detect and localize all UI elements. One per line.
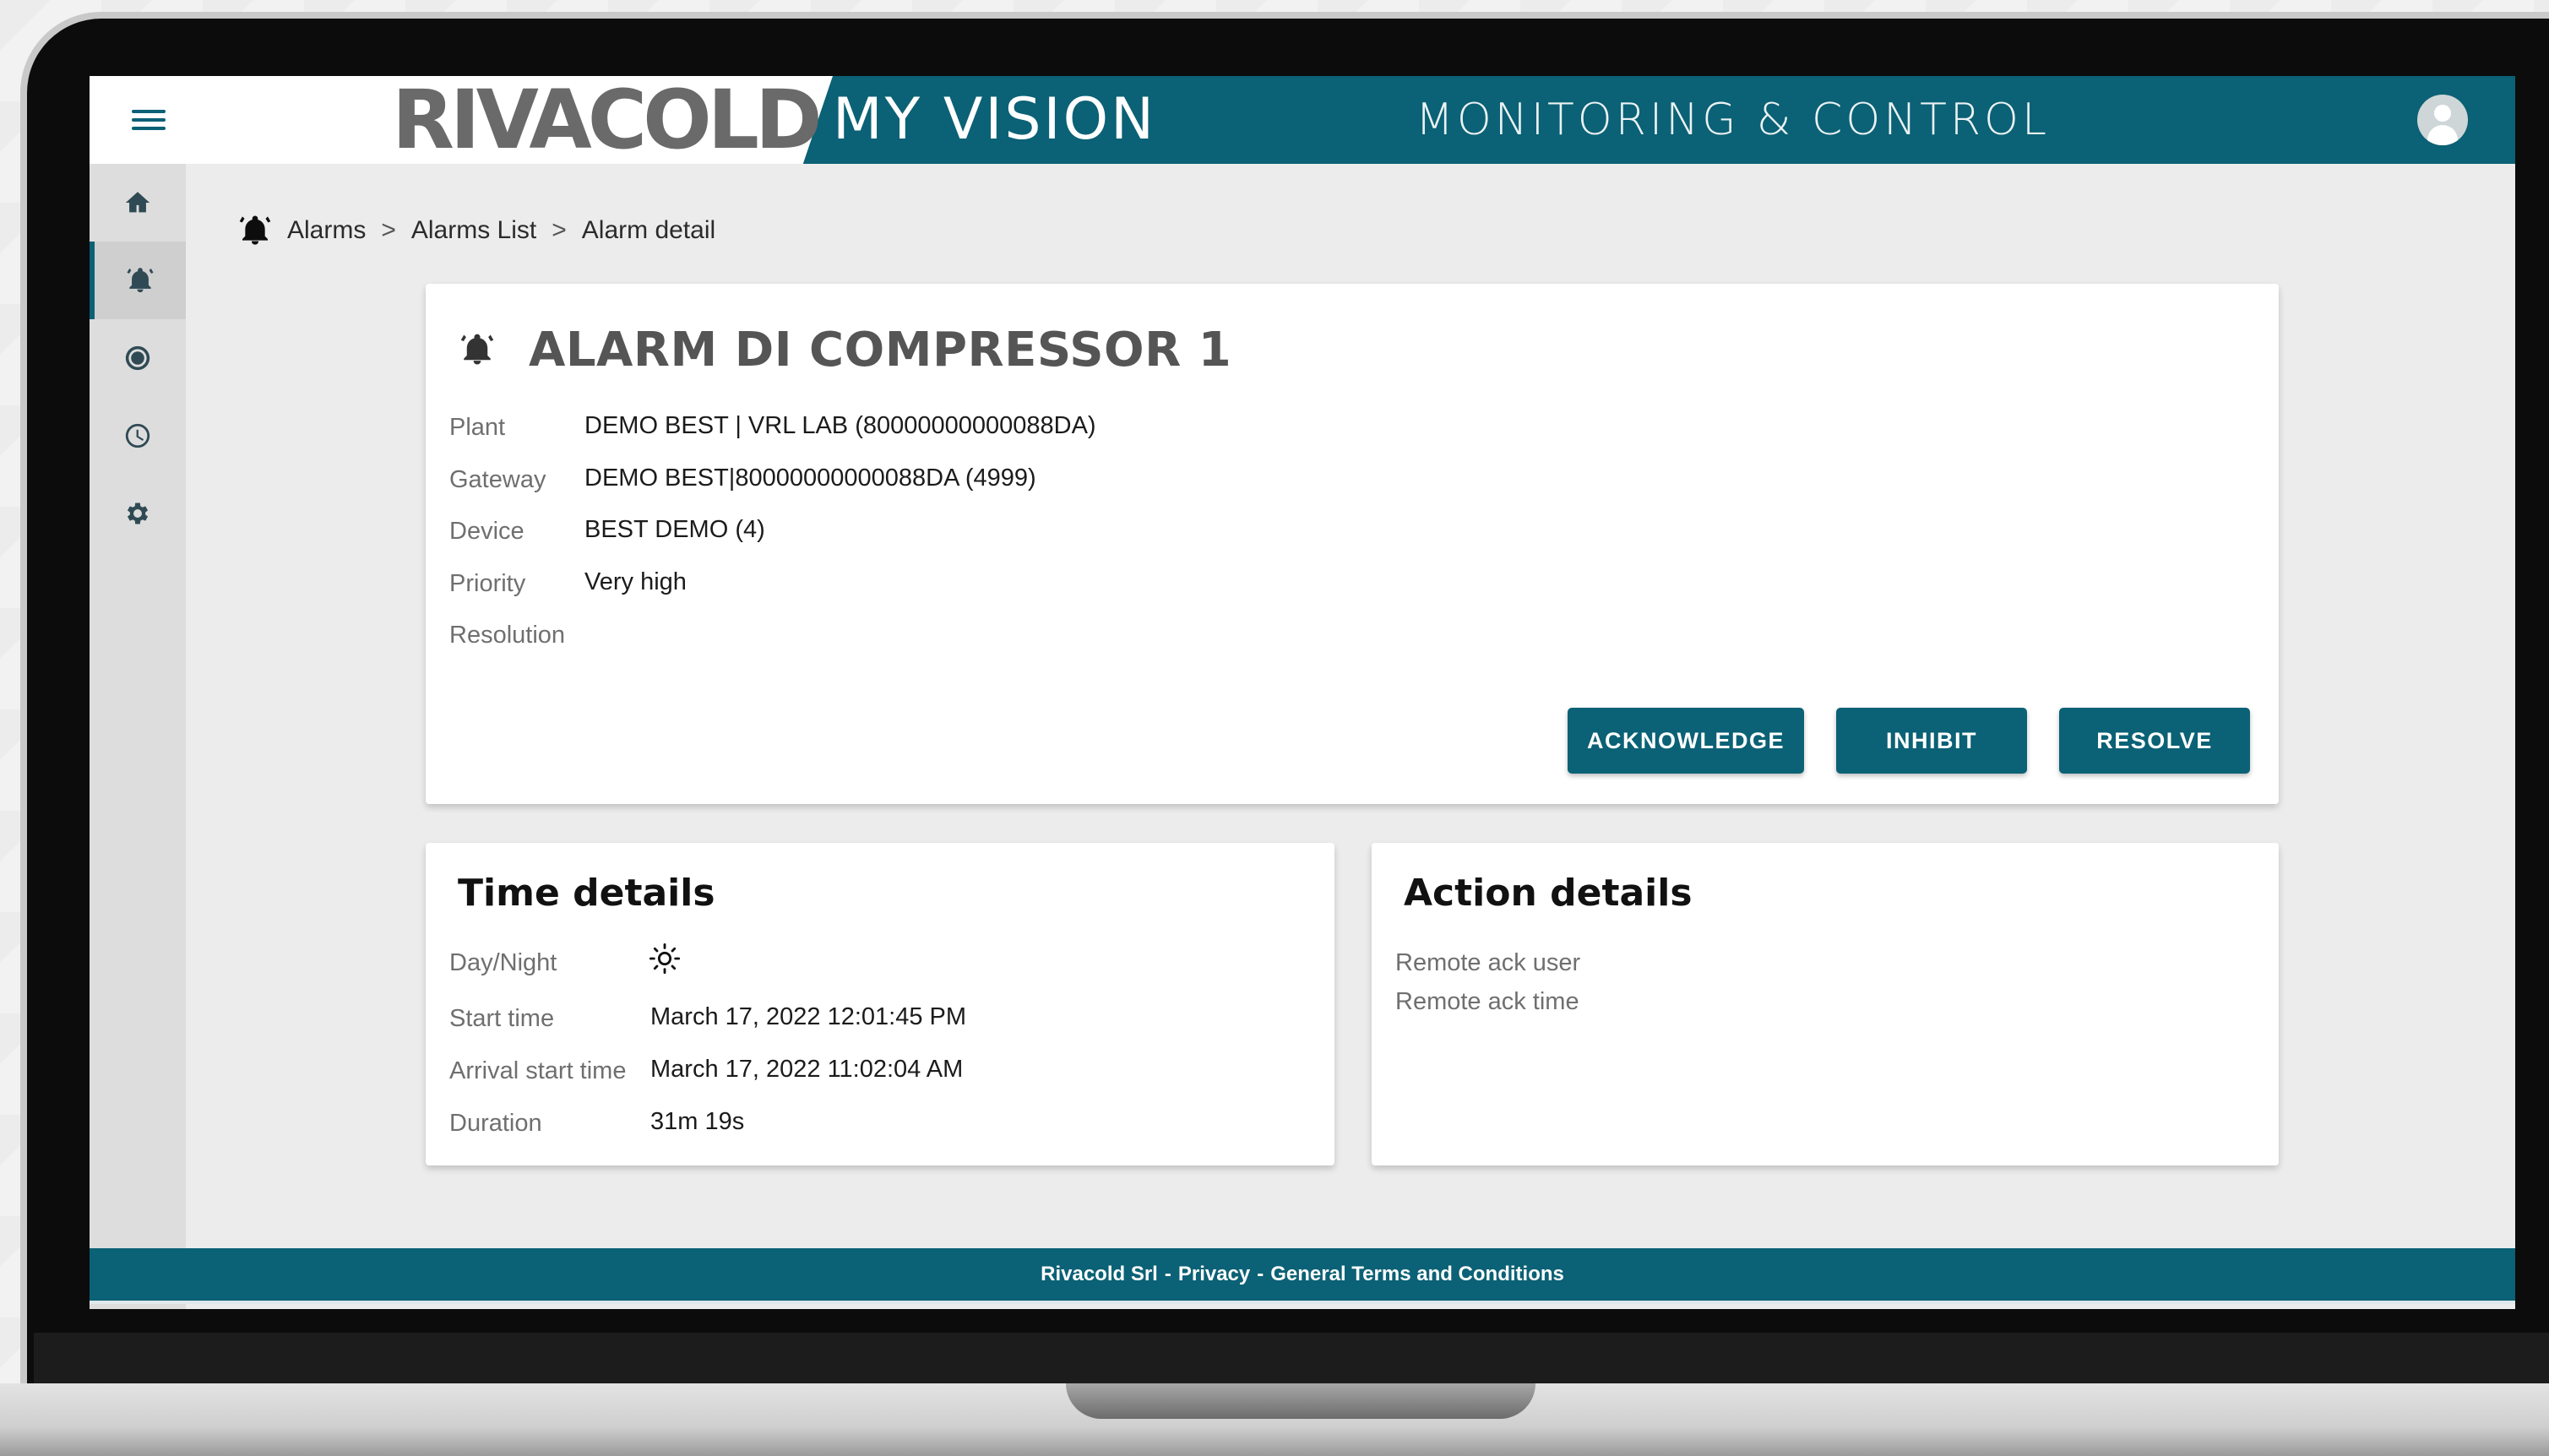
remote-ack-user-label: Remote ack user — [1395, 949, 1581, 976]
sidebar-item-alarms[interactable] — [90, 242, 186, 319]
plant-value: DEMO BEST | VRL LAB (80000000000088DA) — [584, 412, 1096, 439]
sidebar — [90, 164, 186, 1309]
bell-icon — [127, 268, 154, 293]
action-details-title: Action details — [1404, 872, 1693, 915]
target-icon — [125, 345, 150, 371]
arrival-start-time-label: Arrival start time — [449, 1057, 627, 1084]
remote-ack-time-label: Remote ack time — [1395, 988, 1579, 1015]
plant-label: Plant — [449, 414, 506, 441]
time-details-title: Time details — [458, 872, 715, 915]
time-details-card: Time details Day/Night Start time March … — [426, 843, 1334, 1165]
acknowledge-button[interactable]: ACKNOWLEDGE — [1568, 708, 1804, 774]
start-time-value: March 17, 2022 12:01:45 PM — [650, 1003, 967, 1030]
duration-value: 31m 19s — [650, 1108, 745, 1135]
app-footer: Rivacold Srl - Privacy - General Terms a… — [90, 1248, 2515, 1304]
day-night-label: Day/Night — [449, 949, 557, 976]
breadcrumb-alarms-list[interactable]: Alarms List — [411, 216, 536, 245]
breadcrumb: Alarms > Alarms List > Alarm detail — [238, 211, 715, 250]
footer-separator: - — [1164, 1263, 1171, 1285]
laptop-hinge-notch — [1066, 1383, 1535, 1419]
breadcrumb-alarms[interactable]: Alarms — [287, 216, 366, 245]
resolve-button[interactable]: RESOLVE — [2059, 708, 2250, 774]
laptop-bezel-bottom — [34, 1333, 2549, 1385]
bell-icon — [239, 215, 271, 245]
action-details-card: Action details Remote ack user Remote ac… — [1372, 843, 2279, 1165]
priority-value: Very high — [584, 568, 687, 595]
inhibit-button[interactable]: INHIBIT — [1836, 708, 2027, 774]
brand-logo: RIVACOLD — [392, 76, 823, 167]
gateway-value: DEMO BEST|80000000000088DA (4999) — [584, 465, 1036, 492]
resolution-label: Resolution — [449, 622, 566, 649]
gateway-label: Gateway — [449, 466, 546, 493]
gear-icon — [127, 503, 149, 524]
footer-terms-link[interactable]: General Terms and Conditions — [1270, 1263, 1564, 1286]
alarm-header: ALARM DI COMPRESSOR 1 — [459, 316, 1231, 383]
chevron-right-icon: > — [381, 216, 396, 244]
bell-icon — [460, 334, 494, 365]
footer-company: Rivacold Srl — [1041, 1263, 1158, 1285]
hamburger-menu-icon[interactable] — [132, 105, 166, 135]
alarm-detail-card: ALARM DI COMPRESSOR 1 Plant DEMO BEST | … — [426, 284, 2279, 804]
sun-icon — [649, 943, 681, 975]
footer-separator: - — [1257, 1263, 1264, 1285]
app-name: MY VISION — [833, 86, 1157, 153]
arrival-start-time-value: March 17, 2022 11:02:04 AM — [650, 1056, 964, 1083]
start-time-label: Start time — [449, 1005, 555, 1032]
sidebar-item-history[interactable] — [90, 397, 186, 475]
alarm-title: ALARM DI COMPRESSOR 1 — [529, 322, 1232, 378]
app-header: RIVACOLD MY VISION MONITORING & CONTROL — [90, 76, 2515, 164]
sidebar-item-devices[interactable] — [90, 319, 186, 397]
breadcrumb-current: Alarm detail — [581, 216, 716, 244]
footer-privacy-link[interactable]: Privacy — [1178, 1263, 1250, 1286]
clock-icon — [125, 423, 150, 448]
chevron-right-icon: > — [552, 216, 567, 244]
home-icon — [125, 192, 150, 213]
duration-label: Duration — [449, 1110, 542, 1137]
app-subtitle: MONITORING & CONTROL — [1416, 95, 2050, 145]
sidebar-item-settings[interactable] — [90, 475, 186, 552]
sidebar-item-home[interactable] — [90, 164, 186, 242]
user-avatar-icon[interactable] — [2417, 95, 2468, 145]
priority-label: Priority — [449, 570, 526, 597]
app-screen: RIVACOLD MY VISION MONITORING & CONTROL … — [90, 76, 2515, 1309]
device-value: BEST DEMO (4) — [584, 516, 765, 543]
device-label: Device — [449, 518, 524, 545]
